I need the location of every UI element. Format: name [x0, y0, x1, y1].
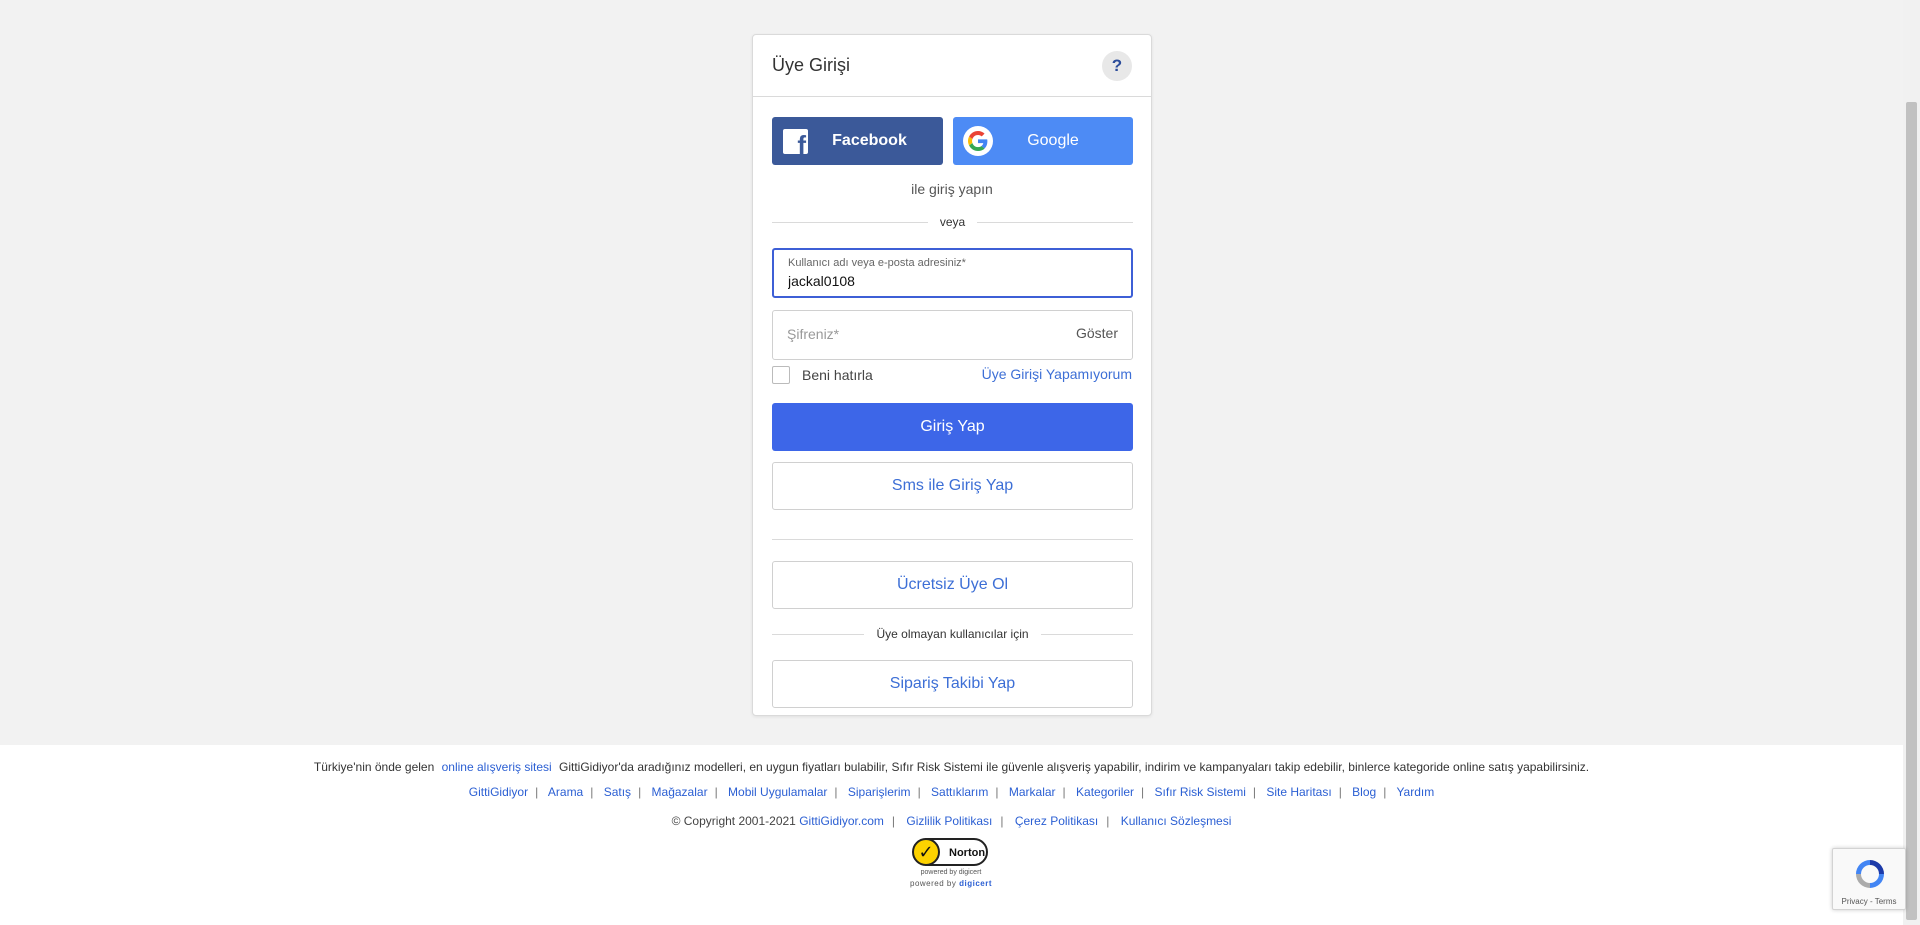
social-login: f Facebook Google: [772, 117, 1133, 165]
remember-checkbox[interactable]: [772, 366, 790, 384]
password-field[interactable]: Göster: [772, 310, 1133, 360]
footer-link[interactable]: Mağazalar: [652, 785, 708, 799]
scrollbar-thumb[interactable]: [1906, 102, 1917, 920]
social-hint: ile giriş yapın: [911, 181, 993, 197]
norton-seal[interactable]: Norton ✓ powered by digicert powered by …: [910, 838, 992, 888]
or-separator: veya: [772, 215, 1134, 229]
recaptcha-badge[interactable]: Privacy - Terms: [1832, 848, 1906, 910]
guest-separator: Üye olmayan kullanıcılar için: [772, 627, 1133, 641]
login-title: Üye Girişi: [772, 55, 851, 75]
guest-separator-label: Üye olmayan kullanıcılar için: [876, 627, 1029, 641]
username-field[interactable]: Kullanıcı adı veya e-posta adresiniz*: [772, 248, 1133, 298]
order-tracking-button[interactable]: Sipariş Takibi Yap: [772, 660, 1133, 708]
footer-link[interactable]: Site Haritası: [1266, 785, 1331, 799]
recaptcha-terms[interactable]: Privacy - Terms: [1833, 897, 1905, 906]
footer-links: GittiGidiyor | Arama | Satış | Mağazalar | M…: [468, 785, 1435, 799]
facebook-login-button[interactable]: f Facebook: [772, 117, 943, 165]
footer: Türkiye'nin önde gelen online alışveriş …: [0, 745, 1903, 925]
cannot-login-link[interactable]: Üye Girişi Yapamıyorum: [982, 366, 1132, 382]
help-button[interactable]: ?: [1102, 50, 1132, 81]
footer-link[interactable]: Arama: [548, 785, 583, 799]
copyright-text: © Copyright 2001-2021: [671, 814, 796, 828]
separator-line: [772, 633, 865, 635]
footer-copyright: © Copyright 2001-2021 GittiGidiyor.com | …: [671, 814, 1232, 828]
login-header: Üye Girişi ?: [753, 35, 1151, 97]
norton-powered-digicert: powered by digicert: [910, 879, 992, 888]
norton-powered: powered by digicert: [920, 869, 982, 876]
privacy-link[interactable]: Gizlilik Politikası: [906, 814, 992, 828]
remember-me[interactable]: Beni hatırla: [772, 366, 873, 384]
footer-link[interactable]: Blog: [1352, 785, 1376, 799]
show-password-button[interactable]: Göster: [1076, 325, 1118, 341]
footer-link[interactable]: Kategoriler: [1076, 785, 1134, 799]
footer-intro-link[interactable]: online alışveriş sitesi: [442, 760, 552, 774]
username-input[interactable]: [788, 273, 1108, 289]
login-button[interactable]: Giriş Yap: [772, 403, 1133, 451]
agreement-link[interactable]: Kullanıcı Sözleşmesi: [1121, 814, 1232, 828]
cookie-link[interactable]: Çerez Politikası: [1015, 814, 1098, 828]
login-card: Üye Girişi ? f Facebook Google ile giriş…: [752, 34, 1152, 716]
question-mark-icon: ?: [1111, 55, 1123, 75]
password-input[interactable]: [787, 326, 1047, 342]
separator-line: [772, 221, 928, 223]
footer-intro-prefix: Türkiye'nin önde gelen: [313, 760, 435, 774]
norton-name: Norton: [949, 847, 986, 859]
footer-link[interactable]: Mobil Uygulamalar: [728, 785, 827, 799]
section-divider: [772, 539, 1133, 540]
footer-link[interactable]: Siparişlerim: [848, 785, 911, 799]
footer-intro-text: GittiGidiyor'da aradığınız modelleri, en…: [559, 760, 1590, 774]
remember-label: Beni hatırla: [802, 367, 873, 383]
google-icon: [963, 126, 993, 156]
facebook-icon: f: [783, 129, 808, 154]
sms-login-button[interactable]: Sms ile Giriş Yap: [772, 462, 1133, 510]
separator-line: [1040, 633, 1133, 635]
footer-link[interactable]: Satış: [604, 785, 631, 799]
separator-line: [977, 221, 1134, 223]
page-scrollbar[interactable]: [1903, 0, 1920, 925]
footer-link[interactable]: Yardım: [1396, 785, 1434, 799]
footer-link[interactable]: Sattıklarım: [931, 785, 988, 799]
site-link[interactable]: GittiGidiyor.com: [799, 814, 884, 828]
footer-link[interactable]: Markalar: [1009, 785, 1056, 799]
recaptcha-icon: [1856, 860, 1884, 888]
username-label: Kullanıcı adı veya e-posta adresiniz*: [788, 257, 966, 269]
google-login-button[interactable]: Google: [953, 117, 1133, 165]
or-label: veya: [939, 215, 966, 229]
norton-check-icon: ✓: [912, 838, 940, 866]
register-button[interactable]: Ücretsiz Üye Ol: [772, 561, 1133, 609]
footer-intro: Türkiye'nin önde gelen online alışveriş …: [0, 760, 1903, 774]
footer-link[interactable]: GittiGidiyor: [469, 785, 528, 799]
footer-link[interactable]: Sıfır Risk Sistemi: [1155, 785, 1246, 799]
